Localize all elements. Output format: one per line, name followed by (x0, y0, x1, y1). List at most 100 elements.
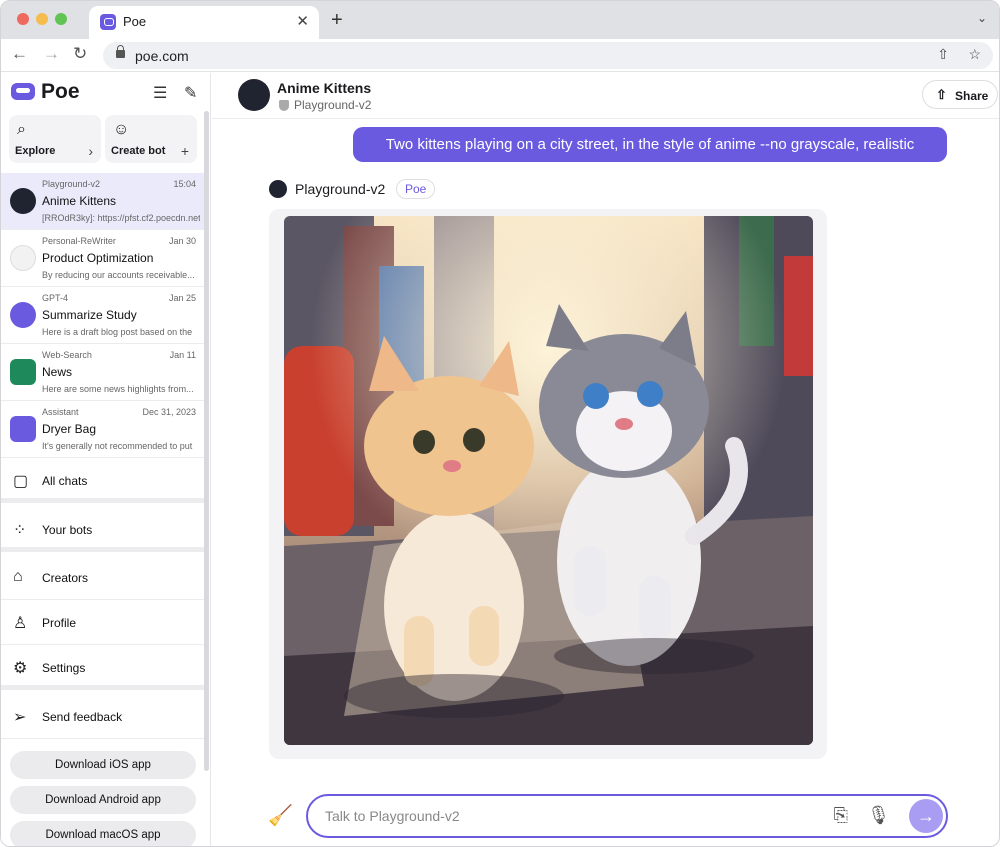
creators-link[interactable]: ⌂ Creators (1, 556, 208, 600)
address-bar-row: ← → ↻ poe.com ⇧ ☆ (1, 39, 999, 72)
send-feedback-link[interactable]: ➢ Send feedback (1, 695, 208, 739)
gpt4-bot-avatar (10, 302, 36, 328)
chat-preview: It's generally not recommended to put (42, 441, 193, 451)
chat-title: Product Optimization (42, 251, 154, 265)
chat-date: Jan 11 (169, 350, 196, 360)
explore-label: Explore (15, 145, 56, 157)
menu-label: All chats (42, 474, 88, 488)
chat-preview: By reducing our accounts receivable... (42, 270, 195, 280)
creators-icon: ⌂ (13, 568, 23, 585)
maximize-window-button[interactable] (55, 13, 67, 25)
composer-area: 🧹 Talk to Playground-v2 ⎘ 🎙 → (212, 786, 999, 846)
chat-title: News (42, 365, 73, 379)
chat-item-news[interactable]: Web-Search Jan 11 News Here are some new… (1, 344, 208, 401)
chat-bot-name: Web-Search (42, 350, 92, 360)
chat-item-dryer-bag[interactable]: Assistant Dec 31, 2023 Dryer Bag It's ge… (1, 401, 208, 458)
profile-link[interactable]: ♙ Profile (1, 601, 208, 645)
bookmark-star-icon[interactable]: ☆ (968, 46, 981, 63)
url-text: poe.com (135, 48, 189, 64)
menu-label: Your bots (42, 523, 93, 537)
playground-bot-avatar[interactable] (238, 79, 270, 111)
clear-context-broom-icon[interactable]: 🧹 (268, 803, 293, 828)
new-chat-icon[interactable]: ✎ (184, 83, 197, 103)
hamburger-menu-icon[interactable]: ☰ (153, 83, 167, 103)
browser-window: Poe ✕ + ⌄ ← → ↻ poe.com ⇧ ☆ Poe ☰ ✎ ⌕ Ex… (0, 0, 1000, 847)
user-message: Two kittens playing on a city street, in… (353, 127, 947, 162)
settings-link[interactable]: ⚙ Settings (1, 646, 208, 690)
share-label: Share (955, 89, 989, 103)
sidebar-scrollbar[interactable] (204, 111, 209, 771)
chat-title: Anime Kittens (42, 194, 117, 208)
gear-icon: ⚙ (13, 660, 28, 677)
forward-button[interactable]: → (43, 44, 60, 64)
tab-close-icon[interactable]: ✕ (296, 12, 309, 30)
paperclip-icon[interactable]: ⎘ (834, 805, 848, 826)
chat-title: Dryer Bag (42, 422, 97, 436)
rewriter-bot-avatar (10, 245, 36, 271)
send-icon: ➢ (13, 709, 27, 726)
tab-bar: Poe ✕ + ⌄ (1, 1, 999, 39)
create-bot-button[interactable]: ☺ Create bot + (105, 115, 197, 163)
menu-label: Profile (42, 616, 77, 630)
message-input-placeholder: Talk to Playground-v2 (325, 808, 460, 824)
chat-item-summarize-study[interactable]: GPT-4 Jan 25 Summarize Study Here is a d… (1, 287, 208, 344)
share-icon: ⇧ (936, 87, 947, 102)
shield-icon (279, 100, 289, 111)
menu-label: Send feedback (42, 710, 123, 724)
generated-kittens-image[interactable] (284, 216, 813, 745)
share-button[interactable]: ⇧ Share (922, 80, 998, 109)
web-search-bot-avatar (10, 359, 36, 385)
chat-preview: Here is a draft blog post based on the (42, 327, 193, 337)
back-button[interactable]: ← (11, 44, 28, 64)
chevron-down-icon[interactable]: ⌄ (977, 11, 987, 25)
chat-preview: [RROdR3ky]: https://pfst.cf2.poecdn.net (42, 213, 200, 223)
browser-tab[interactable]: Poe ✕ (89, 6, 319, 39)
send-button[interactable]: → (909, 799, 943, 833)
chat-bot-name: Personal-ReWriter (42, 236, 116, 246)
all-chats-link[interactable]: ▢ All chats (1, 459, 208, 503)
chat-bot-subtitle[interactable]: Playground-v2 (294, 98, 371, 112)
download-android-button[interactable]: Download Android app (10, 786, 196, 814)
minimize-window-button[interactable] (36, 13, 48, 25)
microphone-icon[interactable]: 🎙 (867, 805, 890, 826)
chat-title: Summarize Study (42, 308, 137, 322)
chat-title: Anime Kittens (277, 80, 372, 96)
close-window-button[interactable] (17, 13, 29, 25)
bot-icon: ☺ (113, 121, 130, 138)
chat-date: Dec 31, 2023 (142, 407, 196, 417)
share-page-icon[interactable]: ⇧ (937, 46, 949, 63)
playground-bot-avatar (10, 188, 36, 214)
tab-title: Poe (123, 14, 147, 29)
brand-name: Poe (41, 80, 80, 103)
chat-header: Anime Kittens Playground-v2 ⇧ Share (212, 73, 999, 119)
chat-date: Jan 30 (168, 236, 196, 246)
url-field[interactable]: poe.com ⇧ ☆ (103, 42, 993, 69)
bot-name[interactable]: Playground-v2 (295, 181, 385, 197)
your-bots-link[interactable]: ⁘ Your bots (1, 508, 208, 552)
lock-icon (116, 45, 125, 58)
chevron-right-icon: › (88, 143, 93, 159)
menu-label: Settings (42, 661, 86, 675)
menu-label: Creators (42, 571, 89, 585)
chat-date: Jan 25 (168, 293, 196, 303)
assistant-bot-avatar (10, 416, 36, 442)
playground-bot-avatar[interactable] (269, 180, 287, 198)
chat-date: 15:04 (173, 179, 196, 189)
download-macos-button[interactable]: Download macOS app (10, 821, 196, 846)
explore-button[interactable]: ⌕ Explore › (9, 115, 101, 163)
chat-bot-name: Playground-v2 (42, 179, 101, 189)
chat-item-anime-kittens[interactable]: Playground-v2 15:04 Anime Kittens [RROdR… (1, 173, 208, 230)
create-bot-label: Create bot (111, 145, 166, 157)
chat-item-product-optimization[interactable]: Personal-ReWriter Jan 30 Product Optimiz… (1, 230, 208, 287)
person-icon: ♙ (13, 615, 28, 632)
message-input[interactable]: Talk to Playground-v2 ⎘ 🎙 → (306, 794, 948, 838)
reload-button[interactable]: ↻ (73, 44, 87, 64)
poe-badge: Poe (396, 179, 436, 199)
chat-preview: Here are some news highlights from... (42, 384, 194, 394)
chat-bubbles-icon: ▢ (13, 473, 29, 490)
download-ios-button[interactable]: Download iOS app (10, 751, 196, 779)
search-icon: ⌕ (17, 121, 26, 138)
chat-bot-name: Assistant (42, 407, 79, 417)
new-tab-button[interactable]: + (331, 9, 343, 32)
poe-favicon-icon (100, 14, 116, 30)
